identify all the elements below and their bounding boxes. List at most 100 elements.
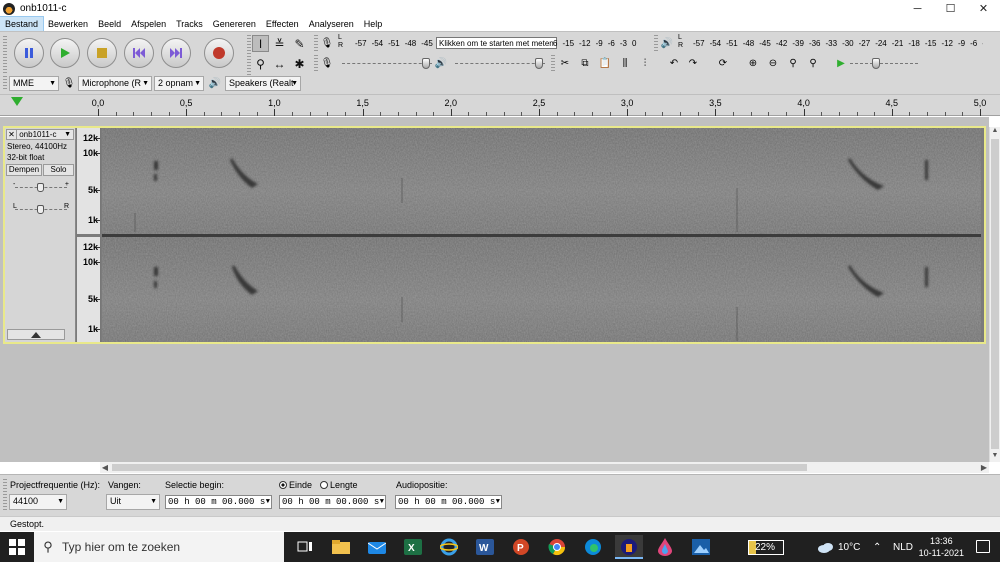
task-view-button[interactable] — [291, 535, 319, 559]
scroll-down-icon[interactable]: ▼ — [990, 452, 1000, 462]
frequency-ruler-left[interactable]: 12k 10k 5k 1k — [77, 128, 101, 234]
audio-host-select[interactable]: MME ▼ — [9, 76, 59, 91]
track-name-button[interactable]: ✕ onb1011-c ▼ — [6, 129, 74, 140]
audio-track[interactable]: ✕ onb1011-c ▼ Stereo, 44100Hz 32-bit flo… — [3, 126, 986, 344]
input-language[interactable]: NLD — [893, 532, 913, 562]
pan-slider[interactable]: L R — [13, 203, 69, 215]
end-radio[interactable]: Einde — [279, 480, 312, 490]
track-area[interactable]: ✕ onb1011-c ▼ Stereo, 44100Hz 32-bit flo… — [0, 117, 989, 462]
horizontal-scrollbar[interactable]: ◀ ▶ — [100, 462, 989, 473]
menu-effecten[interactable]: Effecten — [261, 17, 304, 31]
taskbar-mail[interactable] — [363, 535, 391, 559]
menu-genereren[interactable]: Genereren — [208, 17, 261, 31]
pan-knob[interactable] — [37, 205, 44, 214]
gain-knob[interactable] — [37, 183, 44, 192]
scroll-left-icon[interactable]: ◀ — [100, 462, 110, 473]
toolbar-grip[interactable] — [314, 35, 318, 51]
menu-beeld[interactable]: Beeld — [93, 17, 126, 31]
undo-button[interactable]: ↶ — [667, 56, 681, 70]
weather-widget[interactable]: 10°C — [818, 532, 860, 562]
meter-hint-tooltip[interactable]: Klikken om te starten met meten — [436, 37, 557, 49]
fit-project-button[interactable]: ⚲ — [806, 56, 820, 70]
playback-meter-scale[interactable]: -57 -54 -51 -48 -45 -42 -39 -36 -33 -30 … — [693, 36, 983, 50]
copy-button[interactable]: ⧉ — [578, 56, 592, 70]
zoom-tool[interactable]: ⚲ — [252, 55, 269, 72]
silence-button[interactable]: ⫶ — [638, 56, 652, 70]
scroll-up-icon[interactable]: ▲ — [990, 127, 1000, 137]
taskbar-app-drop[interactable] — [651, 535, 679, 559]
zoom-in-button[interactable]: ⊕ — [746, 56, 760, 70]
trim-button[interactable]: ⫼ — [618, 56, 632, 70]
fit-selection-button[interactable]: ⚲ — [786, 56, 800, 70]
taskbar-edge[interactable] — [579, 535, 607, 559]
length-radio[interactable]: Lengte — [320, 480, 358, 490]
project-rate-select[interactable]: 44100 ▼ — [9, 494, 67, 510]
solo-button[interactable]: Solo — [43, 164, 74, 176]
scroll-right-icon[interactable]: ▶ — [979, 462, 989, 473]
recording-meter-scale[interactable]: -57 -54 -51 -48 -45 -4 — [355, 36, 437, 50]
spectrogram-left-channel[interactable] — [102, 128, 981, 234]
gain-slider[interactable]: - + — [13, 181, 69, 193]
timeline-ruler[interactable]: 0,0 0,5 1,0 1,5 2,0 2,5 3,0 3,5 4,0 4,5 5,0 — [0, 94, 1000, 116]
play-speed-slider[interactable] — [850, 58, 918, 70]
multi-tool[interactable]: ✱ — [291, 55, 308, 72]
envelope-tool[interactable]: ≚ — [271, 35, 288, 52]
taskbar-powerpoint[interactable]: P — [507, 535, 535, 559]
recording-channels-select[interactable]: 2 opnam ▼ — [154, 76, 204, 91]
playback-device-select[interactable]: Speakers (Realt ▼ — [225, 76, 301, 91]
selection-start-time[interactable]: 00 h 00 m 00.000 s ▼ — [165, 495, 272, 509]
draw-tool[interactable]: ✎ — [291, 35, 308, 52]
spectrogram-right-channel[interactable] — [102, 237, 981, 342]
recording-volume-slider[interactable] — [342, 58, 432, 70]
zoom-out-button[interactable]: ⊖ — [766, 56, 780, 70]
play-button[interactable] — [50, 38, 80, 68]
menu-bestand[interactable]: Bestand — [0, 16, 45, 32]
menu-help[interactable]: Help — [359, 17, 388, 31]
mute-button[interactable]: Dempen — [6, 164, 42, 176]
selection-end-time[interactable]: 00 h 00 m 00.000 s ▼ — [279, 495, 386, 509]
slider-knob[interactable] — [422, 58, 430, 69]
close-track-icon[interactable]: ✕ — [7, 130, 17, 139]
stop-button[interactable] — [87, 38, 117, 68]
toolbar-grip[interactable] — [551, 55, 555, 71]
pause-button[interactable] — [14, 38, 44, 68]
recording-meter-scale-tail[interactable]: 6 -15 -12 -9 -6 -3 0 — [553, 36, 643, 50]
start-button[interactable] — [0, 532, 34, 562]
snap-select[interactable]: Uit ▼ — [106, 494, 160, 510]
taskbar-photos[interactable] — [687, 535, 715, 559]
slider-knob[interactable] — [872, 58, 880, 69]
menu-bewerken[interactable]: Bewerken — [43, 17, 93, 31]
taskbar-internet-explorer[interactable] — [435, 535, 463, 559]
menu-analyseren[interactable]: Analyseren — [304, 17, 359, 31]
toolbar-grip[interactable] — [3, 36, 7, 74]
toolbar-grip[interactable] — [654, 35, 658, 51]
vertical-scroll-thumb[interactable] — [991, 139, 999, 449]
skip-to-start-button[interactable] — [124, 38, 154, 68]
taskbar-word[interactable]: W — [471, 535, 499, 559]
menu-tracks[interactable]: Tracks — [171, 17, 208, 31]
taskbar-search[interactable]: ⚲ Typ hier om te zoeken — [34, 532, 284, 562]
taskbar-excel[interactable]: X — [399, 535, 427, 559]
battery-indicator[interactable]: 22% — [748, 532, 784, 562]
toolbar-grip[interactable] — [3, 76, 7, 90]
selection-tool[interactable]: I — [252, 35, 269, 52]
vertical-scrollbar[interactable]: ▲ ▼ — [989, 127, 1000, 462]
play-marker-icon[interactable] — [11, 97, 23, 106]
close-button[interactable]: ✕ — [967, 0, 1000, 17]
skip-to-end-button[interactable] — [161, 38, 191, 68]
cut-button[interactable]: ✂ — [558, 56, 572, 70]
toolbar-grip[interactable] — [314, 55, 318, 71]
menu-afspelen[interactable]: Afspelen — [126, 17, 171, 31]
maximize-button[interactable]: ☐ — [934, 0, 967, 17]
collapse-track-button[interactable] — [7, 329, 65, 340]
tray-overflow-button[interactable]: ⌃ — [873, 532, 881, 562]
sync-lock-button[interactable]: ⟳ — [716, 56, 730, 70]
toolbar-grip[interactable] — [247, 35, 251, 75]
taskbar-clock[interactable]: 13:36 10-11-2021 — [919, 535, 964, 559]
playback-volume-slider[interactable] — [455, 58, 545, 70]
recording-device-select[interactable]: Microphone (R ▼ — [78, 76, 152, 91]
audio-position-time[interactable]: 00 h 00 m 00.000 s ▼ — [395, 495, 502, 509]
taskbar-file-explorer[interactable] — [327, 535, 355, 559]
notification-center-icon[interactable] — [976, 540, 990, 553]
paste-button[interactable]: 📋 — [598, 56, 612, 70]
